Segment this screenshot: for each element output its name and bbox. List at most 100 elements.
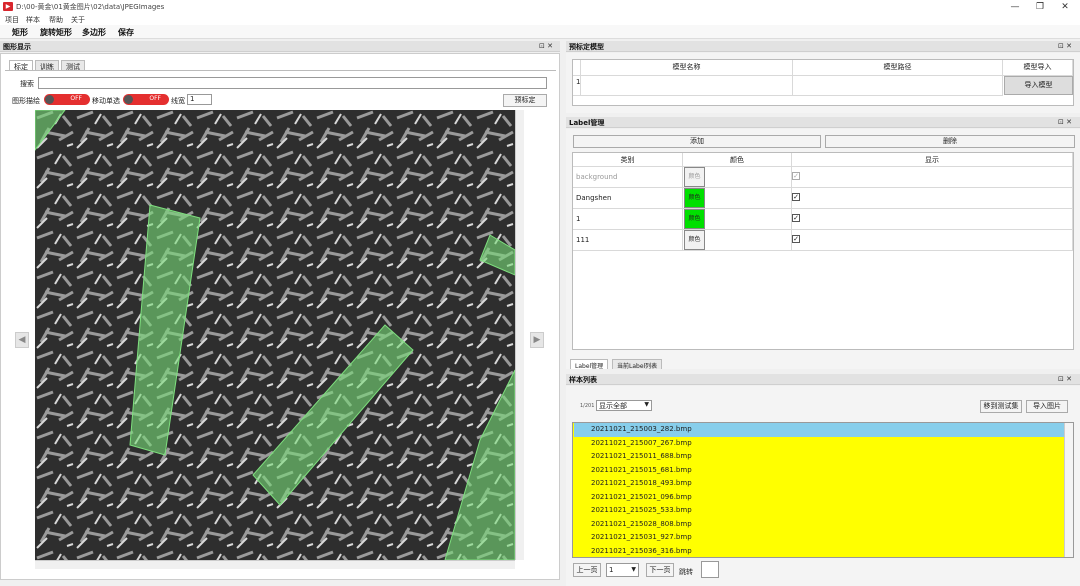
model-col-path: 模型路径 bbox=[793, 60, 1003, 76]
show-shape-toggle[interactable]: OFF bbox=[44, 94, 90, 105]
label-panel-header bbox=[566, 117, 1080, 128]
menu-bar bbox=[0, 14, 1080, 25]
label-name-cell[interactable]: Dangshen bbox=[573, 188, 683, 209]
sample-panel-title: 样本列表 bbox=[569, 376, 597, 384]
label-display-checkbox[interactable]: ✓ bbox=[792, 214, 800, 222]
menu-about[interactable]: 关于 bbox=[71, 15, 85, 25]
image-panel-header bbox=[0, 41, 560, 52]
show-shape-label: 图形描绘 bbox=[12, 97, 40, 105]
add-label-button[interactable]: 添加 bbox=[573, 135, 821, 148]
chevron-down-icon: ▼ bbox=[631, 566, 636, 573]
canvas-vertical-scrollbar[interactable] bbox=[515, 110, 524, 560]
search-label: 搜索 bbox=[20, 80, 34, 88]
close-icon[interactable]: ✕ bbox=[1050, 0, 1080, 14]
label-display-cell bbox=[792, 209, 1073, 230]
rotated-rect-tool-button[interactable]: 旋转矩形 bbox=[40, 27, 72, 38]
model-panel-title: 预标定模型 bbox=[569, 43, 604, 51]
model-col-name: 模型名称 bbox=[581, 60, 793, 76]
pre-label-button[interactable]: 预标定 bbox=[503, 94, 547, 107]
label-display-checkbox[interactable]: ✓ bbox=[792, 193, 800, 201]
polygon-tool-button[interactable]: 多边形 bbox=[82, 27, 106, 38]
sample-list-scrollbar[interactable] bbox=[1064, 423, 1073, 557]
line-width-spinner[interactable]: 1 bbox=[187, 94, 212, 105]
toggle-state-text: OFF bbox=[149, 95, 161, 102]
label-panel-title: Label管理 bbox=[569, 119, 605, 127]
label-name-cell[interactable]: background bbox=[573, 167, 683, 188]
chevron-down-icon: ▼ bbox=[644, 401, 649, 408]
delete-label-button[interactable]: 删除 bbox=[825, 135, 1075, 148]
image-panel-controls[interactable]: ⊡ ✕ bbox=[539, 42, 553, 50]
model-table: 模型名称 模型路径 模型导入 1 导入模型 bbox=[572, 59, 1074, 106]
menu-project[interactable]: 项目 bbox=[5, 15, 19, 25]
label-color-button[interactable]: 颜色 bbox=[684, 167, 705, 187]
model-name-cell[interactable] bbox=[581, 76, 793, 96]
model-panel-header bbox=[566, 41, 1080, 52]
sample-file-row[interactable]: 20211021_215028_808.bmp bbox=[574, 518, 1064, 532]
model-panel-controls[interactable]: ⊡ ✕ bbox=[1058, 42, 1072, 50]
sample-panel-controls[interactable]: ⊡ ✕ bbox=[1058, 375, 1072, 383]
toggle-knob bbox=[45, 95, 54, 104]
single-select-label: 移动单选 bbox=[92, 97, 120, 105]
model-row-header bbox=[573, 60, 581, 76]
next-page-button[interactable]: 下一页 bbox=[646, 563, 674, 577]
rect-tool-button[interactable]: 矩形 bbox=[12, 27, 28, 38]
toolbar bbox=[0, 25, 1080, 39]
next-image-button[interactable]: ▶ bbox=[530, 332, 544, 348]
toggle-state-text: OFF bbox=[70, 95, 82, 102]
import-model-button[interactable]: 导入模型 bbox=[1004, 76, 1073, 95]
sample-filter-value: 显示全部 bbox=[599, 402, 627, 410]
single-select-toggle[interactable]: OFF bbox=[123, 94, 169, 105]
window-title: D:\00-黄金\01黄金图片\02\data\JPEGImages bbox=[16, 3, 165, 11]
tab-train[interactable]: 训练 bbox=[35, 60, 59, 71]
save-button[interactable]: 保存 bbox=[118, 27, 134, 38]
import-image-button[interactable]: 导入图片 bbox=[1026, 400, 1068, 413]
label-display-cell bbox=[792, 167, 1073, 188]
sample-file-row[interactable]: 20211021_215021_096.bmp bbox=[574, 491, 1064, 505]
sample-file-row[interactable]: 20211021_215015_681.bmp bbox=[574, 464, 1064, 478]
label-color-button[interactable]: 颜色 bbox=[684, 209, 705, 229]
annotation-canvas[interactable] bbox=[35, 110, 515, 560]
label-display-checkbox[interactable]: ✓ bbox=[792, 235, 800, 243]
label-table: 类别 颜色 显示 background 颜色 ✓ Dangshen 颜色 ✓ 1… bbox=[572, 152, 1074, 350]
move-to-test-button[interactable]: 移到测试集 bbox=[980, 400, 1022, 413]
label-display-checkbox[interactable]: ✓ bbox=[792, 172, 800, 180]
page-select[interactable]: 1 ▼ bbox=[606, 563, 639, 577]
prev-page-button[interactable]: 上一页 bbox=[573, 563, 601, 577]
sample-file-row[interactable]: 20211021_215036_316.bmp bbox=[574, 545, 1064, 557]
search-input[interactable] bbox=[38, 77, 547, 89]
sample-file-row-selected[interactable]: 20211021_215003_282.bmp bbox=[574, 423, 1064, 437]
sample-file-row[interactable]: 20211021_215011_688.bmp bbox=[574, 450, 1064, 464]
sample-file-row[interactable]: 20211021_215025_533.bmp bbox=[574, 504, 1064, 518]
tab-label-manage[interactable]: Label管理 bbox=[570, 359, 609, 370]
toggle-knob bbox=[124, 95, 133, 104]
label-name-cell[interactable]: 111 bbox=[573, 230, 683, 251]
tab-test[interactable]: 测试 bbox=[61, 60, 85, 71]
image-render[interactable] bbox=[35, 110, 515, 560]
sample-file-row[interactable]: 20211021_215007_267.bmp bbox=[574, 437, 1064, 451]
label-panel-controls[interactable]: ⊡ ✕ bbox=[1058, 118, 1072, 126]
tab-divider bbox=[5, 70, 556, 71]
app-icon: ▶ bbox=[3, 2, 13, 11]
label-name-cell[interactable]: 1 bbox=[573, 209, 683, 230]
sample-file-row[interactable]: 20211021_215031_927.bmp bbox=[574, 531, 1064, 545]
menu-sample[interactable]: 样本 bbox=[26, 15, 40, 25]
sample-count: 1/201 bbox=[580, 403, 595, 409]
prev-image-button[interactable]: ◀ bbox=[15, 332, 29, 348]
tab-current-label-list[interactable]: 当前Label列表 bbox=[612, 359, 663, 370]
menu-help[interactable]: 帮助 bbox=[49, 15, 63, 25]
label-col-category: 类别 bbox=[573, 153, 683, 167]
sample-file-row[interactable]: 20211021_215018_493.bmp bbox=[574, 477, 1064, 491]
jump-page-input[interactable] bbox=[701, 561, 719, 578]
jump-label: 跳转 bbox=[679, 568, 693, 576]
label-color-button[interactable]: 颜色 bbox=[684, 188, 705, 208]
line-width-label: 线宽 bbox=[171, 97, 185, 105]
image-panel-title: 图形显示 bbox=[3, 43, 31, 51]
label-color-button[interactable]: 颜色 bbox=[684, 230, 705, 250]
tab-calibrate[interactable]: 标定 bbox=[9, 60, 33, 71]
page-value: 1 bbox=[609, 566, 614, 574]
model-col-import: 模型导入 bbox=[1003, 60, 1073, 76]
canvas-horizontal-scrollbar[interactable] bbox=[35, 560, 515, 569]
model-path-cell[interactable] bbox=[793, 76, 1003, 96]
label-display-cell bbox=[792, 230, 1073, 251]
sample-filter-select[interactable]: 显示全部 ▼ bbox=[596, 400, 652, 411]
